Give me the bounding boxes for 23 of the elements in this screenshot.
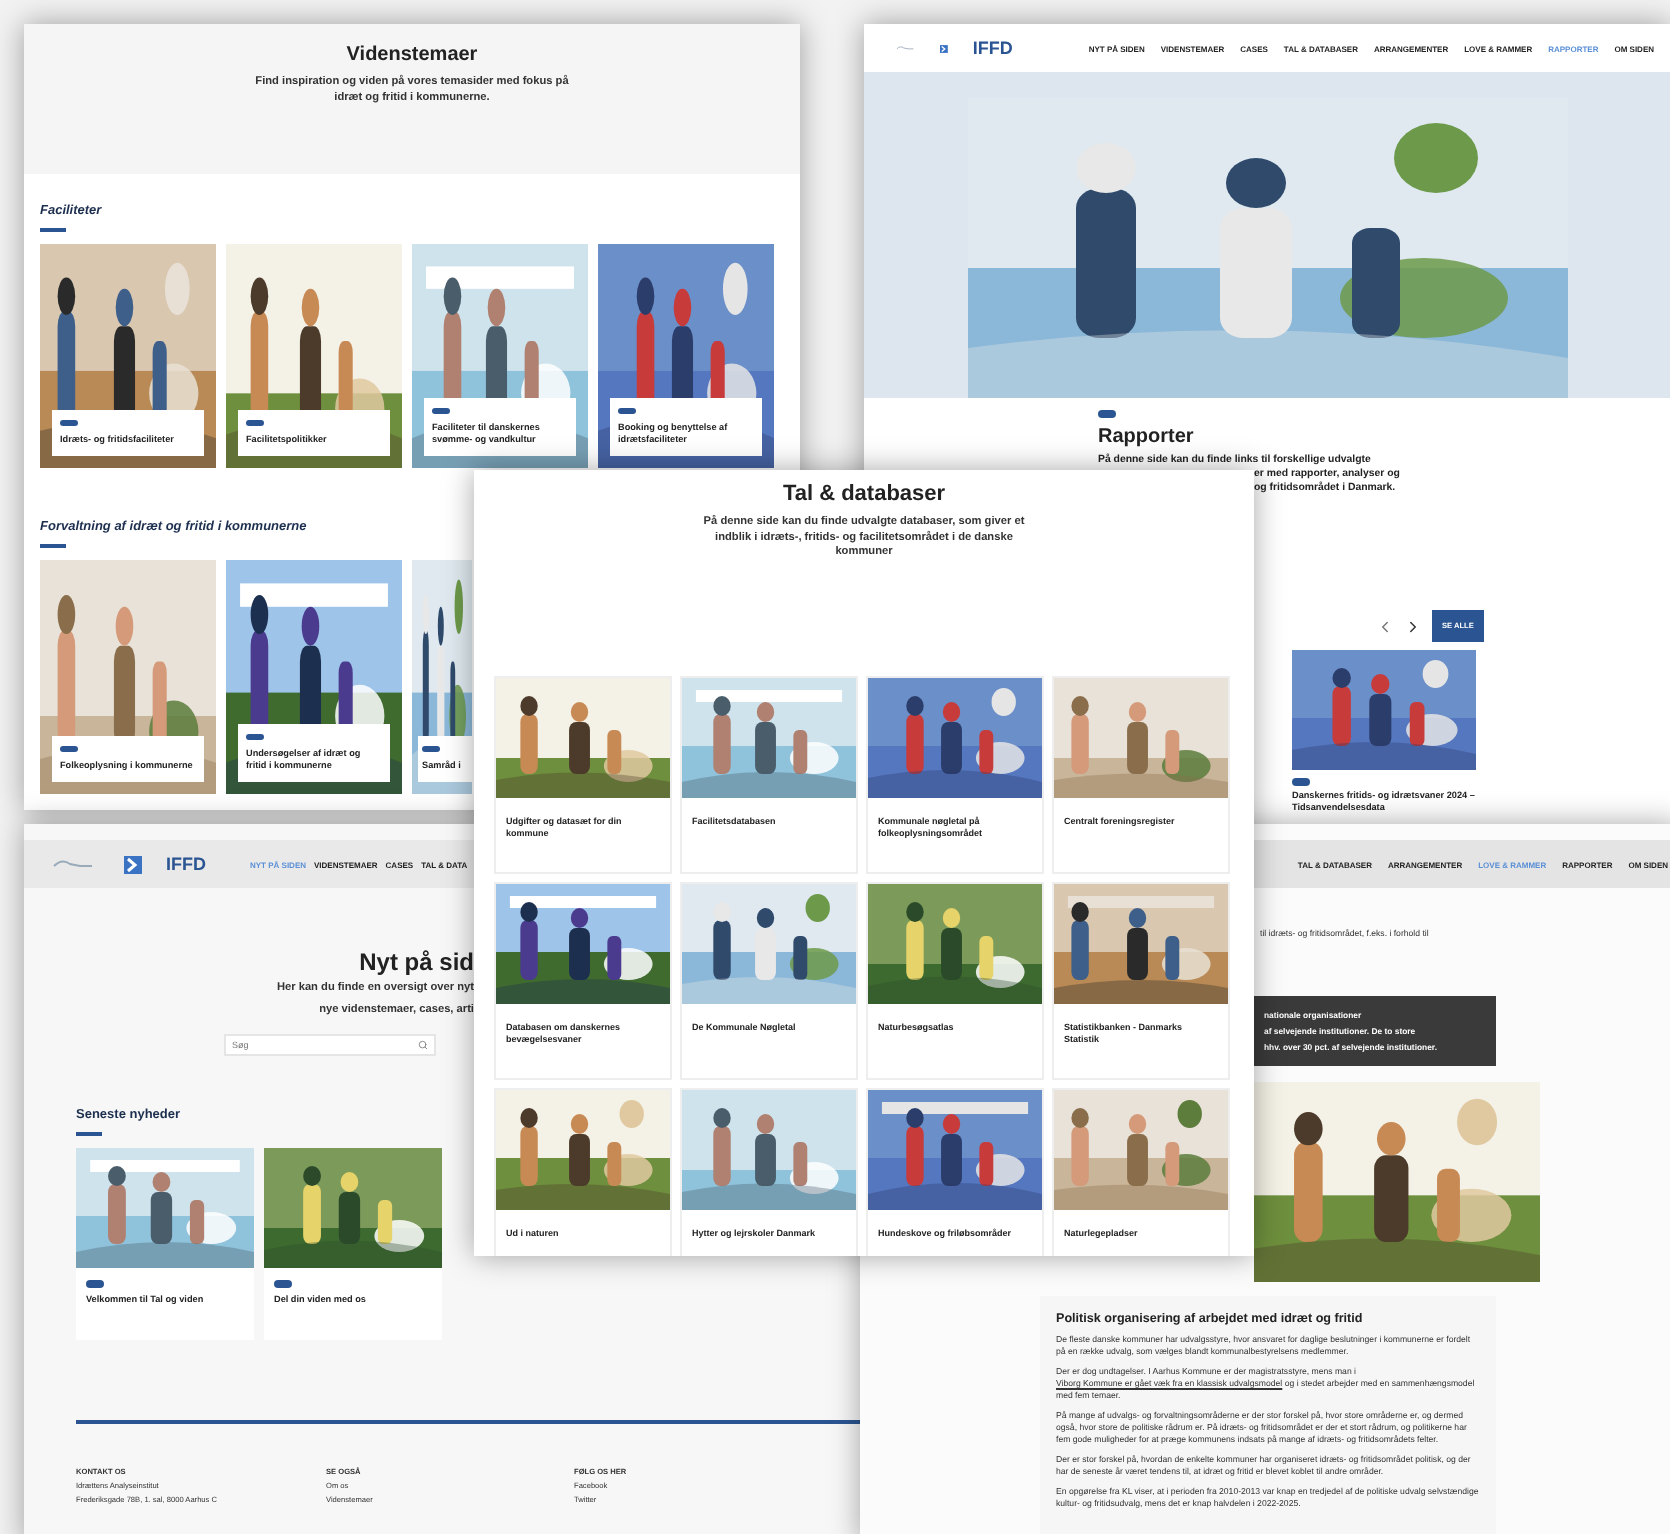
bird-logo-icon [896, 40, 917, 56]
tag-pill [246, 419, 264, 427]
tag-pill [432, 407, 450, 415]
search-icon [418, 1040, 428, 1051]
logo-text[interactable]: IFFD [972, 38, 1013, 58]
tag-pill [1292, 778, 1310, 786]
tag-pill [1098, 410, 1116, 417]
page-title: Videnstemaer [346, 44, 478, 66]
tag-pill [60, 419, 78, 427]
previous-icon[interactable] [1376, 617, 1394, 636]
tag-pill [274, 1280, 292, 1288]
logo-text[interactable]: IFFD [166, 854, 206, 874]
page-title: Rapporter [1098, 425, 1196, 447]
chevron-logo-icon [124, 855, 142, 873]
next-icon[interactable] [1404, 617, 1422, 636]
tag-pill [618, 407, 636, 415]
page-title: Nyt på sid [359, 948, 474, 976]
tag-pill [86, 1280, 104, 1288]
tag-pill [422, 745, 440, 753]
chevron-logo-icon [940, 39, 949, 57]
page-title: Tal & databaser [782, 482, 946, 506]
tag-pill [246, 733, 264, 741]
tag-pill [60, 745, 78, 753]
